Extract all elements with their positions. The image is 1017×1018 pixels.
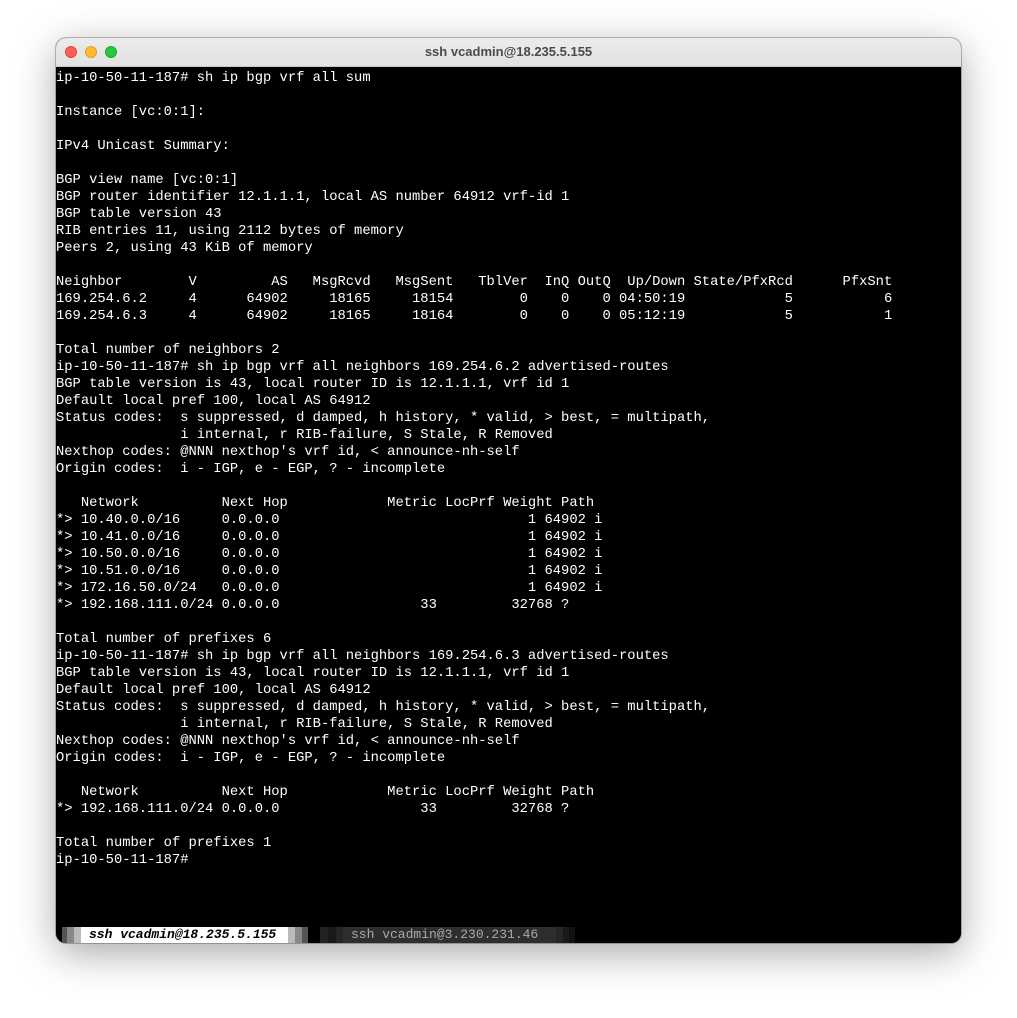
terminal-line: ip-10-50-11-187# sh ip bgp vrf all neigh… — [56, 360, 669, 375]
terminal-line: BGP table version is 43, local router ID… — [56, 377, 570, 392]
title-bar[interactable]: ssh vcadmin@18.235.5.155 — [56, 38, 961, 67]
status-bar-shade — [556, 927, 563, 943]
status-bar-shade — [302, 927, 308, 943]
terminal-line: BGP view name [vc:0:1] — [56, 173, 239, 188]
status-bar-shade — [74, 927, 81, 943]
status-bar-shade — [67, 927, 74, 943]
terminal-line: *> 10.41.0.0/16 0.0.0.0 1 64902 i — [56, 530, 603, 545]
window-title: ssh vcadmin@18.235.5.155 — [424, 44, 593, 59]
status-bar-shade — [336, 927, 343, 943]
terminal-line: Peers 2, using 43 KiB of memory — [56, 241, 313, 256]
terminal-line: Default local pref 100, local AS 64912 — [56, 394, 371, 409]
terminal-line: i internal, r RIB-failure, S Stale, R Re… — [56, 428, 553, 443]
terminal-output[interactable]: ip-10-50-11-187# sh ip bgp vrf all sum In… — [56, 70, 961, 925]
terminal-line: Nexthop codes: @NNN nexthop's vrf id, < … — [56, 734, 520, 749]
terminal-line: Total number of prefixes 1 — [56, 836, 272, 851]
status-bar-shade — [295, 927, 302, 943]
terminal-line: BGP table version 43 — [56, 207, 222, 222]
terminal-line: Default local pref 100, local AS 64912 — [56, 683, 371, 698]
terminal-line: BGP table version is 43, local router ID… — [56, 666, 570, 681]
terminal-line: ip-10-50-11-187# sh ip bgp vrf all neigh… — [56, 649, 669, 664]
terminal-line: Neighbor V AS MsgRcvd MsgSent TblVer InQ… — [56, 275, 893, 290]
terminal-line: *> 172.16.50.0/24 0.0.0.0 1 64902 i — [56, 581, 603, 596]
terminal-line: BGP router identifier 12.1.1.1, local AS… — [56, 190, 570, 205]
terminal-window: ssh vcadmin@18.235.5.155 ip-10-50-11-187… — [56, 38, 961, 943]
terminal-line: Origin codes: i - IGP, e - EGP, ? - inco… — [56, 751, 446, 766]
terminal-line: Nexthop codes: @NNN nexthop's vrf id, < … — [56, 445, 520, 460]
terminal-line: *> 10.51.0.0/16 0.0.0.0 1 64902 i — [56, 564, 603, 579]
terminal-line: Status codes: s suppressed, d damped, h … — [56, 411, 711, 426]
terminal-line: Total number of neighbors 2 — [56, 343, 280, 358]
terminal-line: Network Next Hop Metric LocPrf Weight Pa… — [56, 785, 595, 800]
status-bar-shade — [328, 927, 336, 943]
terminal-line: IPv4 Unicast Summary: — [56, 139, 230, 154]
status-bar-shade — [288, 927, 295, 943]
tab-ssh-3-230-231-46[interactable]: ssh vcadmin@3.230.231.46 — [343, 927, 556, 943]
terminal-line: ip-10-50-11-187# sh ip bgp vrf all sum — [56, 71, 371, 86]
terminal-line: *> 10.40.0.0/16 0.0.0.0 1 64902 i — [56, 513, 603, 528]
terminal-line: ip-10-50-11-187# — [56, 853, 189, 868]
terminal-line: 169.254.6.2 4 64902 18165 18154 0 0 0 04… — [56, 292, 893, 307]
terminal-line: *> 192.168.111.0/24 0.0.0.0 33 32768 ? — [56, 598, 570, 613]
terminal-line: *> 10.50.0.0/16 0.0.0.0 1 64902 i — [56, 547, 603, 562]
tab-ssh-18-235-5-155[interactable]: ssh vcadmin@18.235.5.155 — [81, 927, 288, 943]
terminal-line: *> 192.168.111.0/24 0.0.0.0 33 32768 ? — [56, 802, 570, 817]
status-bar-shade — [569, 927, 575, 943]
tmux-status-bar: ssh vcadmin@18.235.5.155 ssh vcadmin@3.2… — [56, 927, 961, 943]
terminal-line: i internal, r RIB-failure, S Stale, R Re… — [56, 717, 553, 732]
terminal-line: Total number of prefixes 6 — [56, 632, 272, 647]
terminal-line: Instance [vc:0:1]: — [56, 105, 206, 120]
status-bar-shade — [320, 927, 328, 943]
terminal-line: Origin codes: i - IGP, e - EGP, ? - inco… — [56, 462, 446, 477]
terminal-line: RIB entries 11, using 2112 bytes of memo… — [56, 224, 404, 239]
terminal-line: Network Next Hop Metric LocPrf Weight Pa… — [56, 496, 595, 511]
terminal-line: Status codes: s suppressed, d damped, h … — [56, 700, 711, 715]
terminal-line: 169.254.6.3 4 64902 18165 18164 0 0 0 05… — [56, 309, 893, 324]
